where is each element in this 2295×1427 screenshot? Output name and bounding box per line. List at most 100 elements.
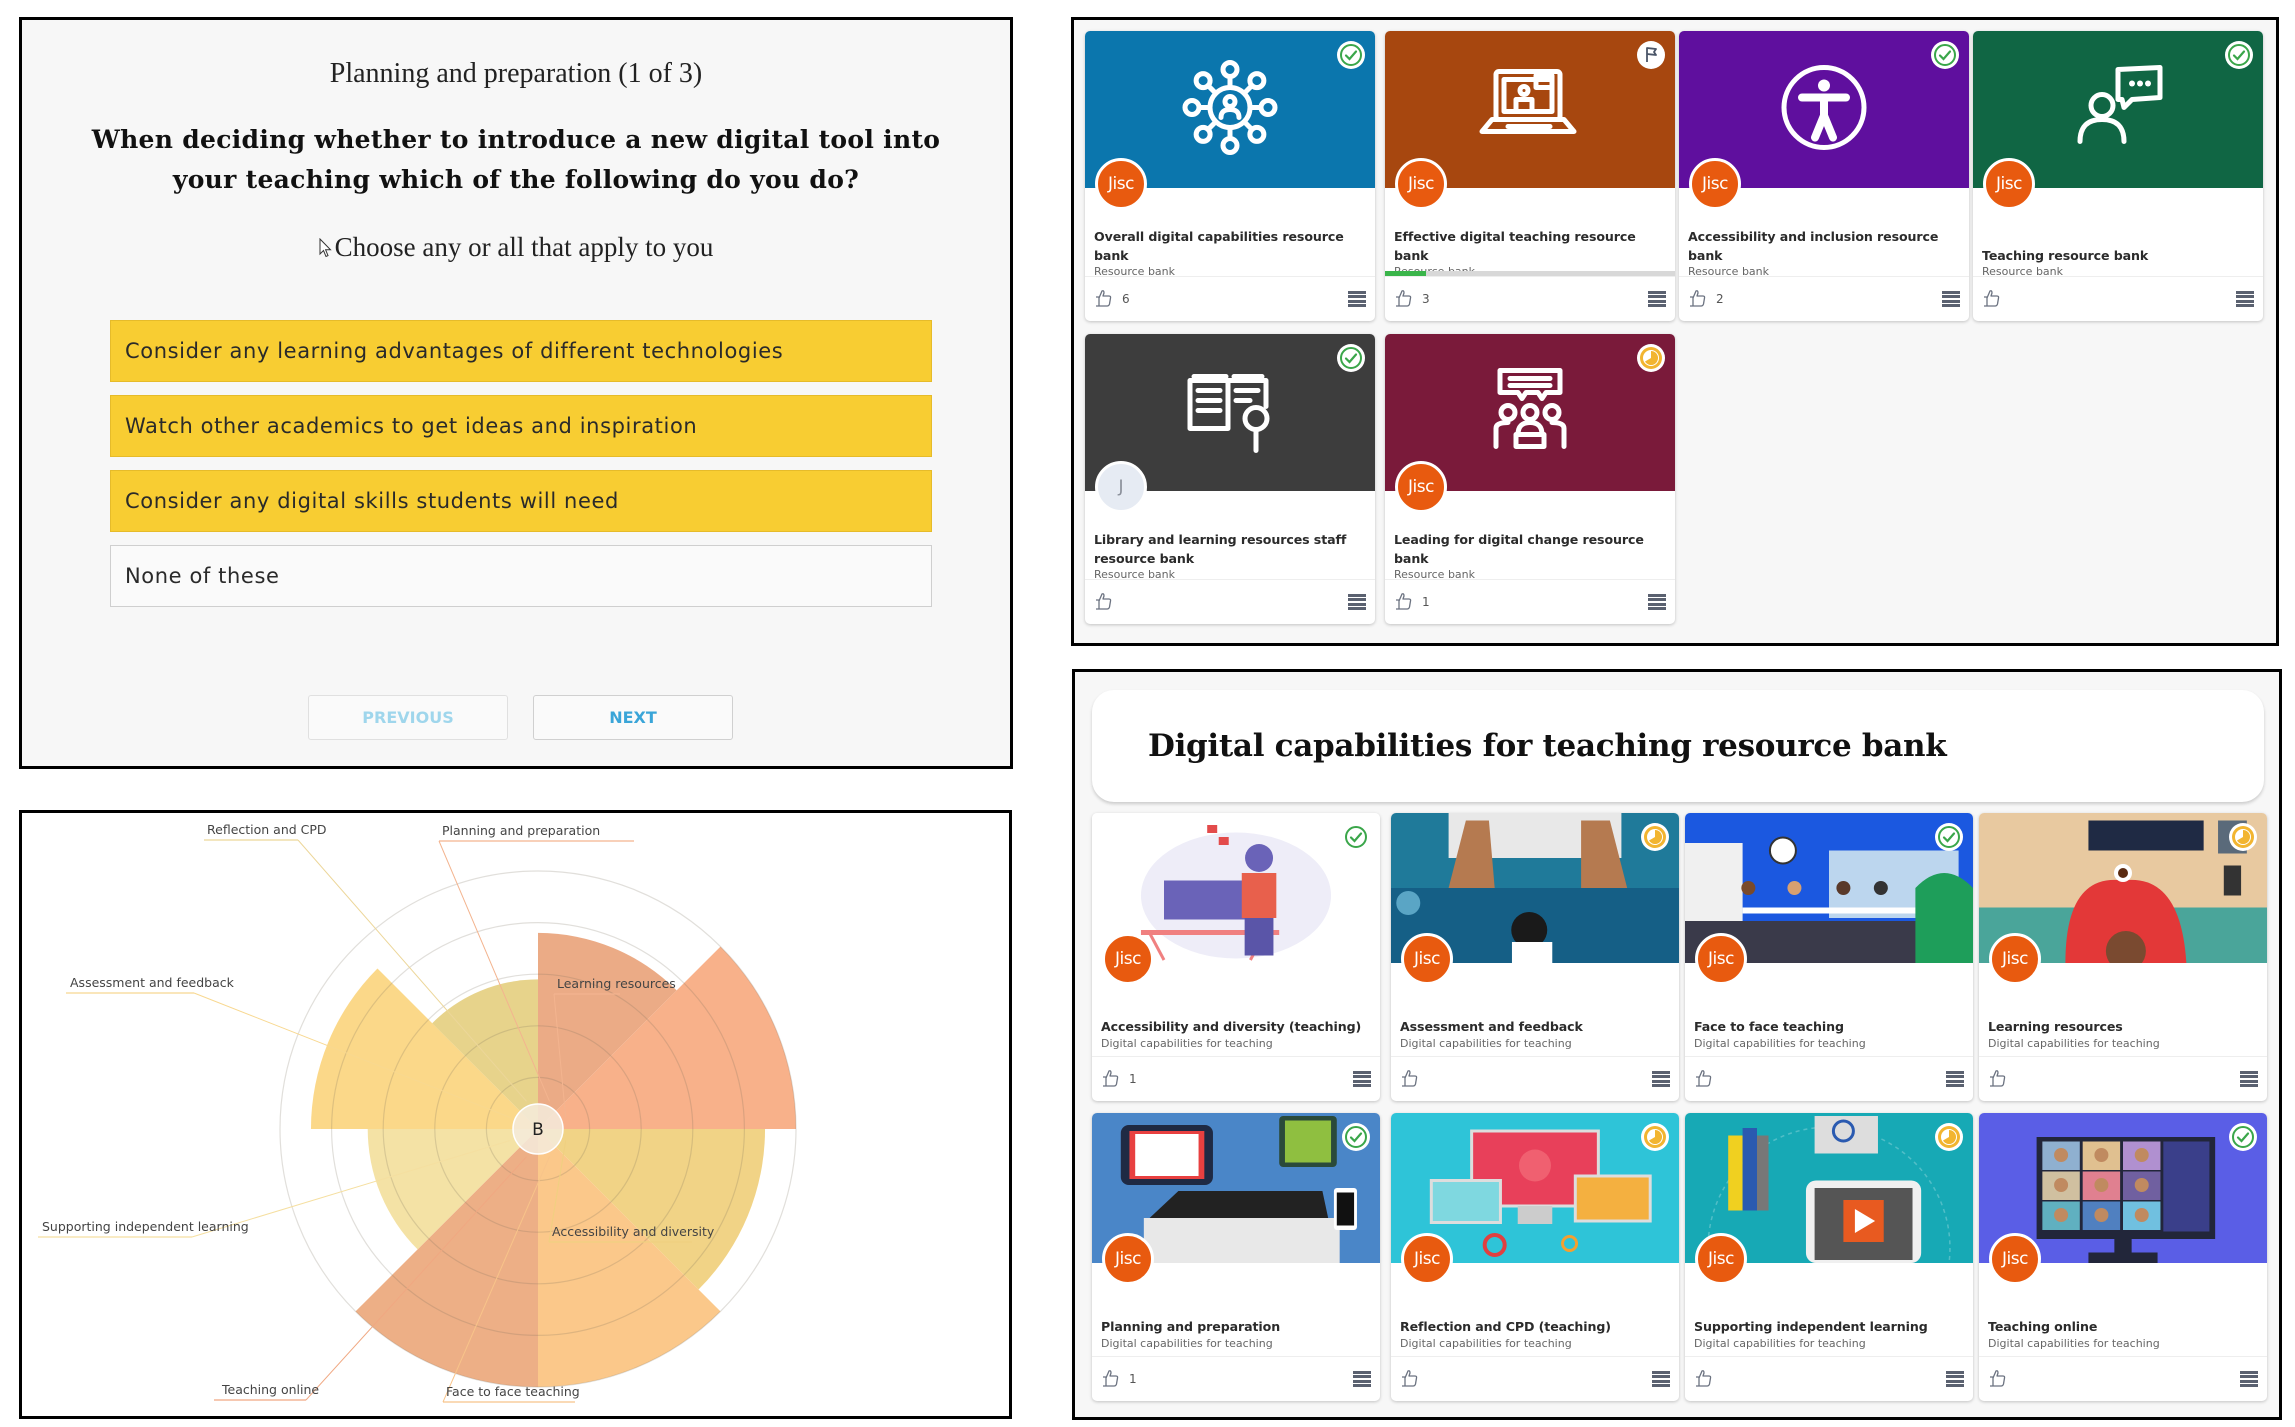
menu-icon[interactable] xyxy=(1648,291,1666,307)
card-title[interactable]: Accessibility and diversity (teaching) xyxy=(1101,1017,1370,1036)
quiz-hint: Choose any or all that apply to you xyxy=(22,232,1010,263)
menu-icon[interactable] xyxy=(1946,1371,1964,1387)
resource-card[interactable]: Jisc Teaching resource bank Resource bank xyxy=(1973,31,2263,321)
completed-check-icon[interactable] xyxy=(1342,1123,1370,1151)
menu-icon[interactable] xyxy=(1353,1071,1371,1087)
flag-icon[interactable] xyxy=(1637,41,1665,69)
card-footer: 3 xyxy=(1385,276,1675,321)
like-button[interactable]: 6 xyxy=(1094,288,1130,311)
jisc-logo-avatar: Jisc xyxy=(1989,1233,2041,1285)
chart-category-label: Accessibility and diversity xyxy=(552,1224,715,1239)
resource-card[interactable]: Jisc Assessment and feedback Digital capab… xyxy=(1391,813,1679,1101)
in-progress-icon[interactable] xyxy=(2229,823,2257,851)
like-button[interactable] xyxy=(1988,1368,2016,1391)
completed-check-icon[interactable] xyxy=(2229,1123,2257,1151)
resource-card[interactable]: Jisc Face to face teaching Digital capabil… xyxy=(1685,813,1973,1101)
in-progress-icon[interactable] xyxy=(1641,1123,1669,1151)
menu-icon[interactable] xyxy=(1652,1071,1670,1087)
answer-option[interactable]: Consider any digital skills students wil… xyxy=(110,470,932,532)
previous-button[interactable]: PREVIOUS xyxy=(308,695,508,740)
card-title[interactable]: Reflection and CPD (teaching) xyxy=(1400,1317,1669,1336)
quiz-question: When deciding whether to introduce a new… xyxy=(91,125,941,194)
card-footer xyxy=(1979,1356,2267,1401)
card-title[interactable]: Learning resources xyxy=(1988,1017,2257,1036)
like-button[interactable]: 2 xyxy=(1688,288,1724,311)
answer-option[interactable]: Watch other academics to get ideas and i… xyxy=(110,395,932,457)
completed-check-icon[interactable] xyxy=(1935,823,1963,851)
jisc-logo-avatar: Jisc xyxy=(1395,461,1447,513)
menu-icon[interactable] xyxy=(1942,291,1960,307)
like-button[interactable] xyxy=(1400,1368,1428,1391)
completed-check-icon[interactable] xyxy=(1931,41,1959,69)
like-button[interactable] xyxy=(1988,1068,2016,1091)
menu-icon[interactable] xyxy=(1946,1071,1964,1087)
card-footer: 2 xyxy=(1679,276,1969,321)
completed-check-icon[interactable] xyxy=(1342,823,1370,851)
like-button[interactable]: 3 xyxy=(1394,288,1430,311)
menu-icon[interactable] xyxy=(1652,1371,1670,1387)
jisc-logo-avatar: Jisc xyxy=(1095,158,1147,210)
completed-check-icon[interactable] xyxy=(2225,41,2253,69)
card-title[interactable]: Teaching resource bank xyxy=(1982,246,2253,265)
menu-icon[interactable] xyxy=(1348,594,1366,610)
initial-avatar: J xyxy=(1095,461,1147,513)
in-progress-icon[interactable] xyxy=(1935,1123,1963,1151)
resource-card[interactable]: Jisc Teaching online Digital capabilities … xyxy=(1979,1113,2267,1401)
card-title[interactable]: Effective digital teaching resource bank xyxy=(1394,227,1665,265)
polar-area-chart: B Planning and preparation Learning resour… xyxy=(38,822,797,1403)
resource-card[interactable]: Jisc Planning and preparation Digital capa… xyxy=(1092,1113,1380,1401)
resource-card[interactable]: Jisc Effective digital teaching resource … xyxy=(1385,31,1675,321)
completed-check-icon[interactable] xyxy=(1337,344,1365,372)
card-title[interactable]: Accessibility and inclusion resource ban… xyxy=(1688,227,1959,265)
quiz-panel: Planning and preparation (1 of 3) When d… xyxy=(19,17,1013,769)
answer-option[interactable]: Consider any learning advantages of diff… xyxy=(110,320,932,382)
resource-card[interactable]: J Library and learning resources staff re… xyxy=(1085,334,1375,624)
card-footer xyxy=(1085,579,1375,624)
chart-category-label: Planning and preparation xyxy=(442,823,600,838)
thumbs-up-icon xyxy=(1400,1368,1420,1391)
resource-card[interactable]: Jisc Supporting independent learning Digit… xyxy=(1685,1113,1973,1401)
resource-banks-panel: Jisc Overall digital capabilities resourc… xyxy=(1071,17,2279,646)
like-button[interactable]: 1 xyxy=(1394,591,1430,614)
like-button[interactable] xyxy=(1694,1368,1722,1391)
card-type: Digital capabilities for teaching xyxy=(1400,1037,1572,1050)
thumbs-up-icon xyxy=(1101,1068,1121,1091)
thumbs-up-icon xyxy=(1094,591,1114,614)
resource-card[interactable]: Jisc Accessibility and inclusion resource… xyxy=(1679,31,1969,321)
card-title[interactable]: Supporting independent learning xyxy=(1694,1317,1963,1336)
completed-check-icon[interactable] xyxy=(1337,41,1365,69)
like-button[interactable] xyxy=(1694,1068,1722,1091)
resource-card[interactable]: Jisc Reflection and CPD (teaching) Digital… xyxy=(1391,1113,1679,1401)
like-button[interactable]: 1 xyxy=(1101,1368,1137,1391)
in-progress-icon[interactable] xyxy=(1641,823,1669,851)
card-title[interactable]: Library and learning resources staff res… xyxy=(1094,530,1365,568)
resource-card[interactable]: Jisc Overall digital capabilities resourc… xyxy=(1085,31,1375,321)
menu-icon[interactable] xyxy=(1348,291,1366,307)
menu-icon[interactable] xyxy=(2240,1071,2258,1087)
menu-icon[interactable] xyxy=(1648,594,1666,610)
like-count: 1 xyxy=(1129,1072,1137,1086)
card-title[interactable]: Assessment and feedback xyxy=(1400,1017,1669,1036)
menu-icon[interactable] xyxy=(2240,1371,2258,1387)
answer-option[interactable]: None of these xyxy=(110,545,932,607)
card-title[interactable]: Leading for digital change resource bank xyxy=(1394,530,1665,568)
resource-card[interactable]: Jisc Learning resources Digital capabiliti… xyxy=(1979,813,2267,1101)
card-title[interactable]: Face to face teaching xyxy=(1694,1017,1963,1036)
menu-icon[interactable] xyxy=(1353,1371,1371,1387)
thumbs-up-icon xyxy=(1988,1368,2008,1391)
in-progress-icon[interactable] xyxy=(1637,344,1665,372)
like-count: 1 xyxy=(1129,1372,1137,1386)
jisc-logo-avatar: Jisc xyxy=(1695,933,1747,985)
like-button[interactable] xyxy=(1094,591,1122,614)
like-button[interactable] xyxy=(1982,288,2010,311)
resource-card[interactable]: Jisc Leading for digital change resource … xyxy=(1385,334,1675,624)
like-button[interactable] xyxy=(1400,1068,1428,1091)
card-title[interactable]: Teaching online xyxy=(1988,1317,2257,1336)
menu-icon[interactable] xyxy=(2236,291,2254,307)
like-button[interactable]: 1 xyxy=(1101,1068,1137,1091)
card-title[interactable]: Planning and preparation xyxy=(1101,1317,1370,1336)
card-title[interactable]: Overall digital capabilities resource ba… xyxy=(1094,227,1365,265)
card-type: Digital capabilities for teaching xyxy=(1988,1337,2160,1350)
next-button[interactable]: NEXT xyxy=(533,695,733,740)
resource-card[interactable]: Jisc Accessibility and diversity (teachin… xyxy=(1092,813,1380,1101)
